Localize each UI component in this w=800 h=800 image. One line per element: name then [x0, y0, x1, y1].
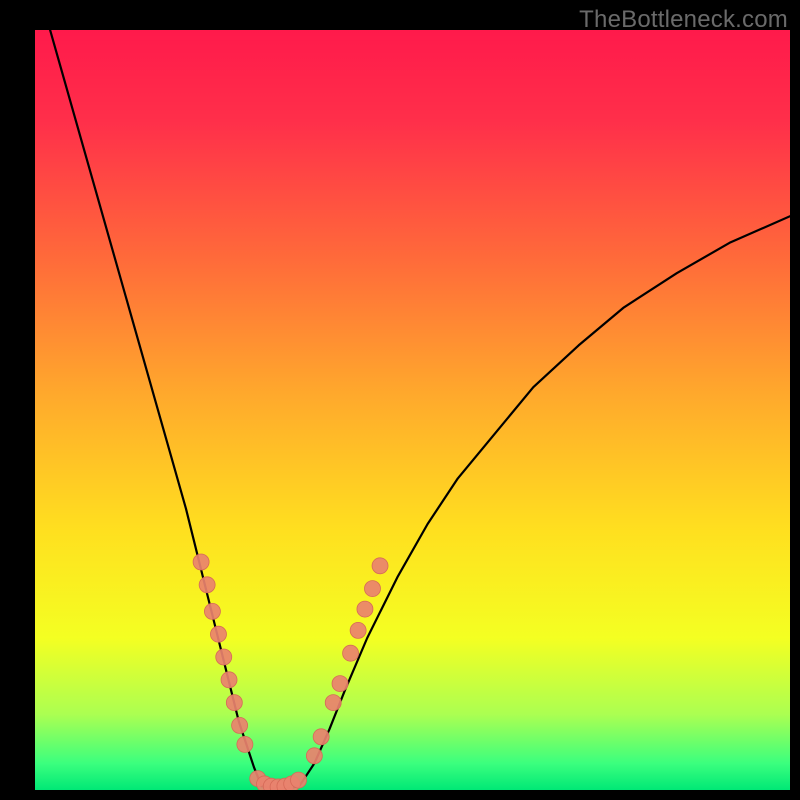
- data-point: [226, 695, 242, 711]
- watermark-text: TheBottleneck.com: [579, 6, 788, 34]
- data-point: [199, 577, 215, 593]
- data-point: [210, 626, 226, 642]
- data-point: [313, 729, 329, 745]
- data-point: [332, 676, 348, 692]
- bottleneck-curve: [50, 30, 790, 788]
- data-point: [291, 772, 307, 788]
- data-point: [364, 581, 380, 597]
- data-point: [343, 645, 359, 661]
- plot-area: [35, 30, 790, 790]
- data-point: [325, 695, 341, 711]
- data-point: [350, 622, 366, 638]
- data-point: [221, 672, 237, 688]
- chart-svg: [35, 30, 790, 790]
- data-point: [357, 601, 373, 617]
- data-point: [216, 649, 232, 665]
- data-point: [232, 717, 248, 733]
- data-point: [204, 603, 220, 619]
- marker-group: [193, 554, 388, 790]
- data-point: [237, 736, 253, 752]
- data-point: [372, 558, 388, 574]
- data-point: [193, 554, 209, 570]
- chart-frame: TheBottleneck.com: [0, 0, 800, 800]
- data-point: [306, 748, 322, 764]
- series-group: [50, 30, 790, 788]
